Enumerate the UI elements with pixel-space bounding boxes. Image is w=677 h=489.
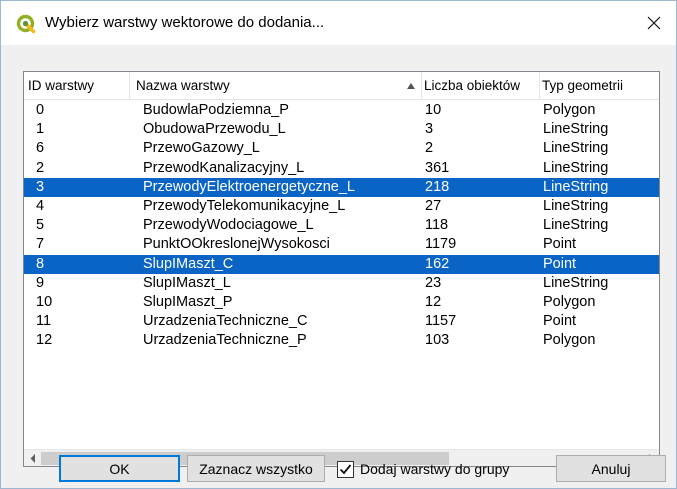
cell-layer-name: PrzewodKanalizacyjny_L [143,159,305,176]
cell-layer-id: 6 [36,140,45,157]
cell-layer-name: SlupIMaszt_C [143,255,234,272]
cell-geometry-type: LineString [543,121,609,138]
column-header-name-label: Nazwa warstwy [136,78,230,93]
cell-geometry-type: Polygon [543,102,596,118]
add-to-group-label: Dodaj warstwy do grupy [360,461,510,477]
cell-feature-count: 1179 [425,236,457,253]
cell-layer-id: 0 [36,102,45,118]
cell-feature-count: 361 [425,159,450,176]
cell-geometry-type: LineString [543,140,609,157]
title-bar[interactable]: Wybierz warstwy wektorowe do dodania... [1,1,676,45]
cell-layer-name: PrzewodyElektroenergetyczne_L [143,178,355,195]
cell-layer-name: PrzewodyWodociagowe_L [143,217,314,234]
cell-layer-id: 4 [36,197,45,214]
cell-layer-name: UrzadzeniaTechniczne_C [143,313,308,330]
cell-feature-count: 118 [425,217,449,234]
table-body: 0 BudowlaPodziemna_P 10 Polygon 1 ObudowaPrze… [24,101,659,350]
table-row[interactable]: 4 PrzewodyTelekomunikacyjne_L 27 LineString [24,197,659,216]
cell-layer-name: SlupIMaszt_L [143,274,231,291]
cell-geometry-type: LineString [543,197,609,214]
table-row[interactable]: 12 UrzadzeniaTechniczne_P 103 Polygon [24,331,659,350]
table-row[interactable]: 7 PunktOOkreslonejWysokosci 1179 Point [24,235,659,254]
cell-layer-name: UrzadzeniaTechniczne_P [143,332,307,349]
table-header: ID warstwy Nazwa warstwy Liczba obiektów… [24,72,659,100]
cell-feature-count: 218 [425,178,450,195]
table-row[interactable]: 2 PrzewodKanalizacyjny_L 361 LineString [24,159,659,178]
table-row[interactable]: 0 BudowlaPodziemna_P 10 Polygon [24,101,659,120]
qgis-logo-icon [16,14,36,34]
cell-geometry-type: LineString [543,178,609,195]
cell-geometry-type: LineString [543,274,609,291]
cell-geometry-type: Point [543,313,577,330]
cell-geometry-type: LineString [543,159,609,176]
add-to-group-checkbox[interactable]: Dodaj warstwy do grupy [337,457,509,481]
select-all-button[interactable]: Zaznacz wszystko [187,455,325,482]
cell-layer-id: 2 [36,159,45,176]
cell-feature-count: 3 [425,121,434,138]
sort-ascending-icon [407,83,415,89]
cell-layer-id: 9 [36,274,45,291]
cell-layer-name: SlupIMaszt_P [143,293,233,310]
cell-layer-name: PrzewodyTelekomunikacyjne_L [143,197,346,214]
layer-table[interactable]: ID warstwy Nazwa warstwy Liczba obiektów… [23,71,660,467]
cell-layer-id: 11 [36,313,52,330]
cell-geometry-type: Polygon [543,293,596,310]
cell-feature-count: 27 [425,197,442,214]
scroll-left-icon[interactable] [24,450,41,466]
cell-geometry-type: Polygon [543,332,596,349]
table-row[interactable]: 11 UrzadzeniaTechniczne_C 1157 Point [24,312,659,331]
cell-feature-count: 2 [425,140,434,157]
dialog-content: ID warstwy Nazwa warstwy Liczba obiektów… [1,45,676,488]
cell-layer-name: PrzewoGazowy_L [143,140,260,157]
cell-layer-id: 1 [36,121,45,138]
ok-button[interactable]: OK [59,455,180,482]
cell-layer-name: BudowlaPodziemna_P [143,102,289,118]
column-header-count[interactable]: Liczba obiektów [422,72,540,100]
table-row[interactable]: 9 SlupIMaszt_L 23 LineString [24,274,659,293]
table-row[interactable]: 1 ObudowaPrzewodu_L 3 LineString [24,120,659,139]
checkbox-checked-icon[interactable] [337,460,354,478]
cell-layer-id: 3 [36,178,45,195]
cell-layer-id: 7 [36,236,45,253]
cell-layer-id: 8 [36,255,45,272]
table-row[interactable]: 6 PrzewoGazowy_L 2 LineString [24,139,659,158]
cell-feature-count: 23 [425,274,442,291]
cell-layer-id: 10 [36,293,53,310]
cell-layer-name: PunktOOkreslonejWysokosci [143,236,330,253]
cell-feature-count: 12 [425,293,442,310]
cancel-button[interactable]: Anuluj [556,455,666,482]
column-header-id[interactable]: ID warstwy [24,72,130,100]
cell-geometry-type: Point [543,236,577,253]
close-icon[interactable] [632,1,676,45]
cell-geometry-type: LineString [543,217,609,234]
cell-feature-count: 162 [425,255,450,272]
cell-layer-id: 12 [36,332,53,349]
column-header-geometry[interactable]: Typ geometrii [540,72,659,100]
column-header-name[interactable]: Nazwa warstwy [130,72,422,100]
table-row[interactable]: 3 PrzewodyElektroenergetyczne_L 218 LineStr… [24,177,659,197]
table-row[interactable]: 8 SlupIMaszt_C 162 Point [24,254,659,274]
window-title: Wybierz warstwy wektorowe do dodania... [45,14,325,31]
cell-feature-count: 1157 [425,313,457,330]
cell-feature-count: 10 [425,102,442,118]
table-row[interactable]: 10 SlupIMaszt_P 12 Polygon [24,293,659,312]
cell-feature-count: 103 [425,332,450,349]
cell-layer-name: ObudowaPrzewodu_L [143,121,286,138]
cell-layer-id: 5 [36,217,45,234]
table-row[interactable]: 5 PrzewodyWodociagowe_L 118 LineString [24,216,659,235]
cell-geometry-type: Point [543,255,577,272]
dialog-window: Wybierz warstwy wektorowe do dodania... … [0,0,677,489]
